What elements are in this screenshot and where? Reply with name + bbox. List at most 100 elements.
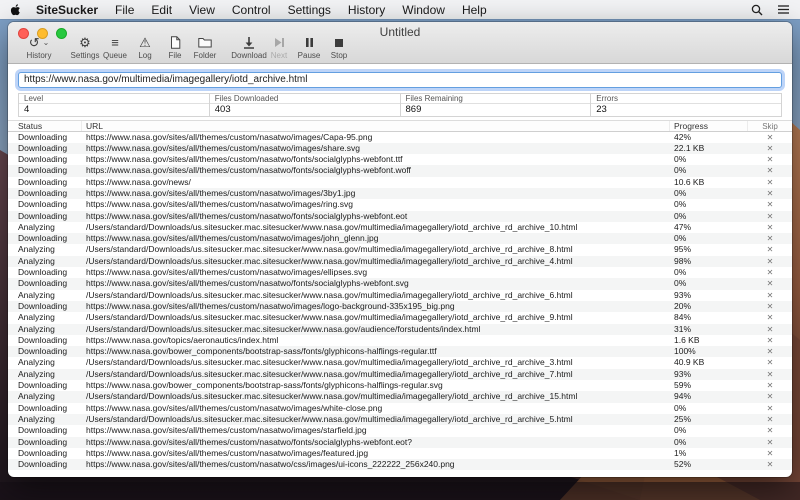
settings-button[interactable]: ⚙ Settings: [70, 35, 100, 60]
skip-button[interactable]: ✕: [748, 414, 792, 425]
row-status: Downloading: [8, 132, 82, 143]
skip-button[interactable]: ✕: [748, 244, 792, 255]
table-row: Downloadinghttps://www.nasa.gov/sites/al…: [8, 301, 792, 312]
table-row: Downloadinghttps://www.nasa.gov/sites/al…: [8, 233, 792, 244]
table-header: Status URL Progress Skip: [8, 120, 792, 132]
skip-button[interactable]: ✕: [748, 222, 792, 233]
spotlight-search-icon[interactable]: [751, 4, 763, 16]
skip-button[interactable]: ✕: [748, 165, 792, 176]
menu-view[interactable]: View: [189, 3, 215, 17]
gear-icon: ⚙: [79, 35, 91, 50]
row-url: /Users/standard/Downloads/us.sitesucker.…: [82, 324, 670, 335]
menu-bar: SiteSucker File Edit View Control Settin…: [0, 0, 800, 19]
skip-button[interactable]: ✕: [748, 290, 792, 301]
row-status: Downloading: [8, 346, 82, 357]
table-row: Downloadinghttps://www.nasa.gov/sites/al…: [8, 165, 792, 176]
row-progress: 0%: [670, 199, 748, 210]
column-header-skip[interactable]: Skip: [748, 121, 792, 131]
download-arrow-icon: [243, 35, 255, 50]
apple-menu[interactable]: [10, 3, 22, 17]
column-header-url[interactable]: URL: [82, 121, 670, 131]
table-row: Analyzing/Users/standard/Downloads/us.si…: [8, 256, 792, 267]
skip-button[interactable]: ✕: [748, 188, 792, 199]
row-status: Analyzing: [8, 369, 82, 380]
skip-button[interactable]: ✕: [748, 391, 792, 402]
file-button[interactable]: File: [160, 35, 190, 60]
folder-icon: [198, 35, 212, 50]
row-progress: 0%: [670, 165, 748, 176]
menu-app-name[interactable]: SiteSucker: [36, 3, 98, 17]
row-progress: 93%: [670, 369, 748, 380]
stop-button[interactable]: Stop: [324, 35, 354, 60]
skip-button[interactable]: ✕: [748, 233, 792, 244]
skip-button[interactable]: ✕: [748, 132, 792, 143]
next-button[interactable]: Next: [264, 35, 294, 60]
column-header-status[interactable]: Status: [8, 121, 82, 131]
table-row: Analyzing/Users/standard/Downloads/us.si…: [8, 324, 792, 335]
history-button[interactable]: ↺⌄ History: [18, 35, 60, 60]
row-status: Downloading: [8, 143, 82, 154]
download-button[interactable]: Download: [234, 35, 264, 60]
skip-button[interactable]: ✕: [748, 459, 792, 470]
skip-button[interactable]: ✕: [748, 369, 792, 380]
row-url: /Users/standard/Downloads/us.sitesucker.…: [82, 312, 670, 323]
row-url: /Users/standard/Downloads/us.sitesucker.…: [82, 290, 670, 301]
skip-button[interactable]: ✕: [748, 335, 792, 346]
pause-button[interactable]: Pause: [294, 35, 324, 60]
row-status: Downloading: [8, 165, 82, 176]
skip-button[interactable]: ✕: [748, 177, 792, 188]
table-row: Analyzing/Users/standard/Downloads/us.si…: [8, 391, 792, 402]
window-titlebar: Untitled ↺⌄ History ⚙ Settings ≡ Queue ⚠…: [8, 22, 792, 64]
skip-button[interactable]: ✕: [748, 301, 792, 312]
skip-button[interactable]: ✕: [748, 324, 792, 335]
skip-button[interactable]: ✕: [748, 211, 792, 222]
table-row: Downloadinghttps://www.nasa.gov/sites/al…: [8, 459, 792, 470]
skip-button[interactable]: ✕: [748, 437, 792, 448]
list-icon: ≡: [111, 35, 119, 50]
menu-file[interactable]: File: [115, 3, 134, 17]
stat-value: 23: [591, 104, 781, 116]
skip-button[interactable]: ✕: [748, 403, 792, 414]
skip-button[interactable]: ✕: [748, 425, 792, 436]
stat-label: Errors: [591, 94, 781, 104]
table-row: Analyzing/Users/standard/Downloads/us.si…: [8, 244, 792, 255]
skip-button[interactable]: ✕: [748, 278, 792, 289]
menu-control[interactable]: Control: [232, 3, 271, 17]
warning-triangle-icon: ⚠: [139, 35, 151, 50]
menu-history[interactable]: History: [348, 3, 385, 17]
row-progress: 84%: [670, 312, 748, 323]
row-url: https://www.nasa.gov/bower_components/bo…: [82, 380, 670, 391]
skip-button[interactable]: ✕: [748, 143, 792, 154]
skip-button[interactable]: ✕: [748, 199, 792, 210]
queue-button[interactable]: ≡ Queue: [100, 35, 130, 60]
row-status: Downloading: [8, 335, 82, 346]
log-button[interactable]: ⚠ Log: [130, 35, 160, 60]
row-url: /Users/standard/Downloads/us.sitesucker.…: [82, 357, 670, 368]
menu-window[interactable]: Window: [402, 3, 445, 17]
skip-button[interactable]: ✕: [748, 312, 792, 323]
row-progress: 40.9 KB: [670, 357, 748, 368]
menu-help[interactable]: Help: [462, 3, 487, 17]
row-url: https://www.nasa.gov/sites/all/themes/cu…: [82, 437, 670, 448]
row-progress: 31%: [670, 324, 748, 335]
skip-button[interactable]: ✕: [748, 380, 792, 391]
row-url: https://www.nasa.gov/sites/all/themes/cu…: [82, 267, 670, 278]
notification-center-icon[interactable]: [777, 4, 790, 15]
row-progress: 47%: [670, 222, 748, 233]
menu-settings[interactable]: Settings: [288, 3, 331, 17]
skip-button[interactable]: ✕: [748, 448, 792, 459]
row-status: Downloading: [8, 403, 82, 414]
row-progress: 94%: [670, 391, 748, 402]
menu-edit[interactable]: Edit: [151, 3, 172, 17]
skip-button[interactable]: ✕: [748, 357, 792, 368]
row-status: Analyzing: [8, 256, 82, 267]
skip-button[interactable]: ✕: [748, 346, 792, 357]
table-row: Downloadinghttps://www.nasa.gov/sites/al…: [8, 132, 792, 143]
skip-button[interactable]: ✕: [748, 154, 792, 165]
url-input[interactable]: [18, 72, 782, 88]
row-status: Downloading: [8, 380, 82, 391]
folder-button[interactable]: Folder: [190, 35, 220, 60]
column-header-progress[interactable]: Progress: [670, 121, 748, 131]
skip-button[interactable]: ✕: [748, 267, 792, 278]
skip-button[interactable]: ✕: [748, 256, 792, 267]
